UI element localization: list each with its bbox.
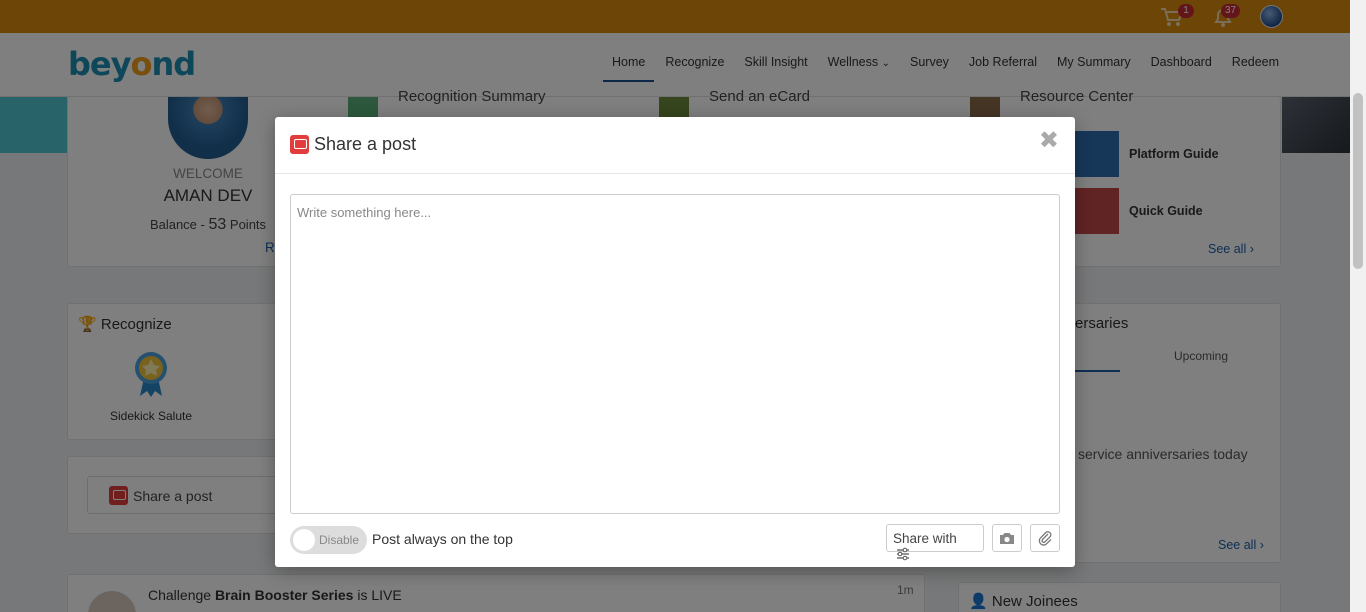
share-with-button[interactable]: Share with xyxy=(886,524,984,561)
attach-file-button[interactable] xyxy=(1030,524,1060,552)
pin-post-toggle[interactable]: Disable xyxy=(290,526,367,554)
sliders-icon xyxy=(897,548,909,561)
toggle-state-label: Disable xyxy=(319,533,360,547)
post-icon xyxy=(290,135,309,154)
scrollbar-thumb[interactable] xyxy=(1353,93,1363,269)
camera-icon xyxy=(1000,533,1014,544)
photo-upload-button[interactable] xyxy=(992,524,1022,552)
close-icon[interactable]: ✖ xyxy=(1039,129,1059,153)
page-scrollbar[interactable] xyxy=(1350,0,1366,612)
post-text-input[interactable] xyxy=(290,194,1060,514)
modal-title: Share a post xyxy=(314,134,417,154)
paperclip-icon xyxy=(1038,531,1052,546)
share-with-label: Share with xyxy=(893,530,957,546)
modal-header: Share a post ✖ xyxy=(275,117,1075,174)
pin-post-label: Post always on the top xyxy=(372,531,513,547)
toggle-knob xyxy=(293,529,315,551)
share-post-modal: Share a post ✖ Disable Post always on th… xyxy=(275,117,1075,567)
